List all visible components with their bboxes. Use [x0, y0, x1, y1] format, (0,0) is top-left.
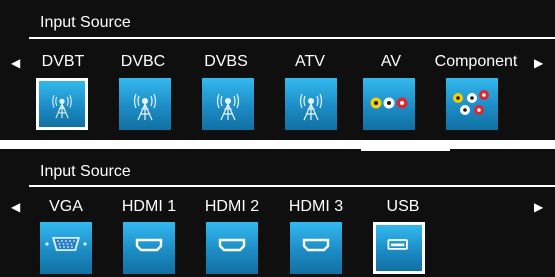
- source-tile-hdmi-2[interactable]: [206, 222, 258, 274]
- scroll-right-arrow-icon[interactable]: ▶: [534, 56, 543, 70]
- source-label-dvbs: DVBS: [204, 53, 248, 70]
- usb-port-icon: [387, 239, 408, 250]
- source-tile-component[interactable]: [446, 78, 498, 130]
- source-tile-vga[interactable]: [40, 222, 92, 274]
- source-label-hdmi-3: HDMI 3: [288, 198, 344, 215]
- hdmi-port-icon: [218, 238, 246, 252]
- source-label-vga: VGA: [49, 198, 83, 215]
- scroll-left-arrow-icon[interactable]: ◀: [11, 56, 20, 70]
- source-tile-dvbt[interactable]: [36, 78, 88, 130]
- source-label-atv: ATV: [295, 53, 325, 70]
- vga-port-icon: [45, 237, 87, 251]
- input-source-panel-1: Input Source ◀ ▶ DVBT DVBC DVBS ATV AV C…: [0, 0, 555, 140]
- source-tile-dvbc[interactable]: [119, 78, 171, 130]
- rca-component-icon: [453, 90, 489, 115]
- title-divider: [29, 185, 555, 187]
- rca-av-icon: [370, 97, 408, 109]
- input-source-panel-2: Input Source ◀ ▶ VGA HDMI 1 HDMI 2 HDMI …: [0, 149, 555, 277]
- panel-title: Input Source: [40, 14, 131, 31]
- source-label-av: AV: [380, 53, 402, 70]
- scroll-right-arrow-icon[interactable]: ▶: [534, 200, 543, 214]
- source-label-hdmi-2: HDMI 2: [204, 198, 260, 215]
- panel-title: Input Source: [40, 163, 131, 180]
- scroll-left-arrow-icon[interactable]: ◀: [11, 200, 20, 214]
- source-tile-hdmi-3[interactable]: [290, 222, 342, 274]
- antenna-icon: [133, 93, 157, 121]
- source-tile-hdmi-1[interactable]: [123, 222, 175, 274]
- usb-tab-indicator: [361, 149, 450, 151]
- source-label-usb: USB: [386, 198, 420, 215]
- source-label-dvbt: DVBT: [41, 53, 85, 70]
- source-label-dvbc: DVBC: [120, 53, 166, 70]
- antenna-icon: [299, 93, 323, 121]
- source-tile-dvbs[interactable]: [202, 78, 254, 130]
- source-tile-av[interactable]: [363, 78, 415, 130]
- source-label-component: Component: [434, 53, 518, 70]
- source-tile-atv[interactable]: [285, 78, 337, 130]
- source-tile-usb[interactable]: [373, 222, 425, 274]
- hdmi-port-icon: [302, 238, 330, 252]
- hdmi-port-icon: [135, 238, 163, 252]
- antenna-icon: [52, 94, 72, 119]
- title-divider: [29, 37, 555, 39]
- antenna-icon: [216, 93, 240, 121]
- source-label-hdmi-1: HDMI 1: [121, 198, 177, 215]
